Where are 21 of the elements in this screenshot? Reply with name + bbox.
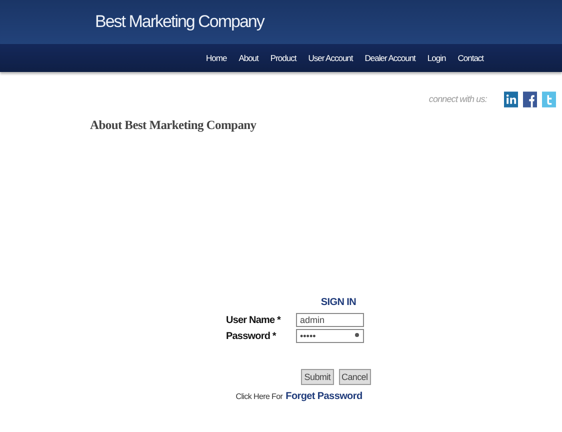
nav-link[interactable]: About (238, 53, 258, 63)
form-button[interactable]: Cancel (338, 369, 371, 385)
nav-link[interactable]: Home (206, 53, 227, 63)
input-field[interactable]: admin (296, 313, 364, 327)
linkedin-icon[interactable] (504, 90, 518, 108)
input-field[interactable]: ••••• (296, 329, 364, 343)
nav-link[interactable]: Product (270, 53, 296, 63)
forgot-prefix: Click Here For (236, 392, 283, 401)
site-title: Best Marketing Company (95, 12, 264, 32)
nav-link[interactable]: Login (427, 53, 446, 63)
form-button[interactable]: Submit (301, 369, 334, 385)
nav-link[interactable]: User Account (308, 53, 353, 63)
connect-label: connect with us: (428, 94, 487, 104)
nav-link[interactable]: Dealer Account (364, 53, 416, 63)
forgot-password-link[interactable]: Forget Password (286, 391, 362, 402)
page-heading: About Best Marketing Company (90, 118, 258, 133)
field-label: Password * (226, 330, 278, 342)
nav-link[interactable]: Contact (458, 53, 484, 63)
field-label: User Name * (226, 314, 282, 326)
facebook-icon[interactable] (523, 90, 537, 108)
signin-title: SIGN IN (320, 297, 356, 308)
